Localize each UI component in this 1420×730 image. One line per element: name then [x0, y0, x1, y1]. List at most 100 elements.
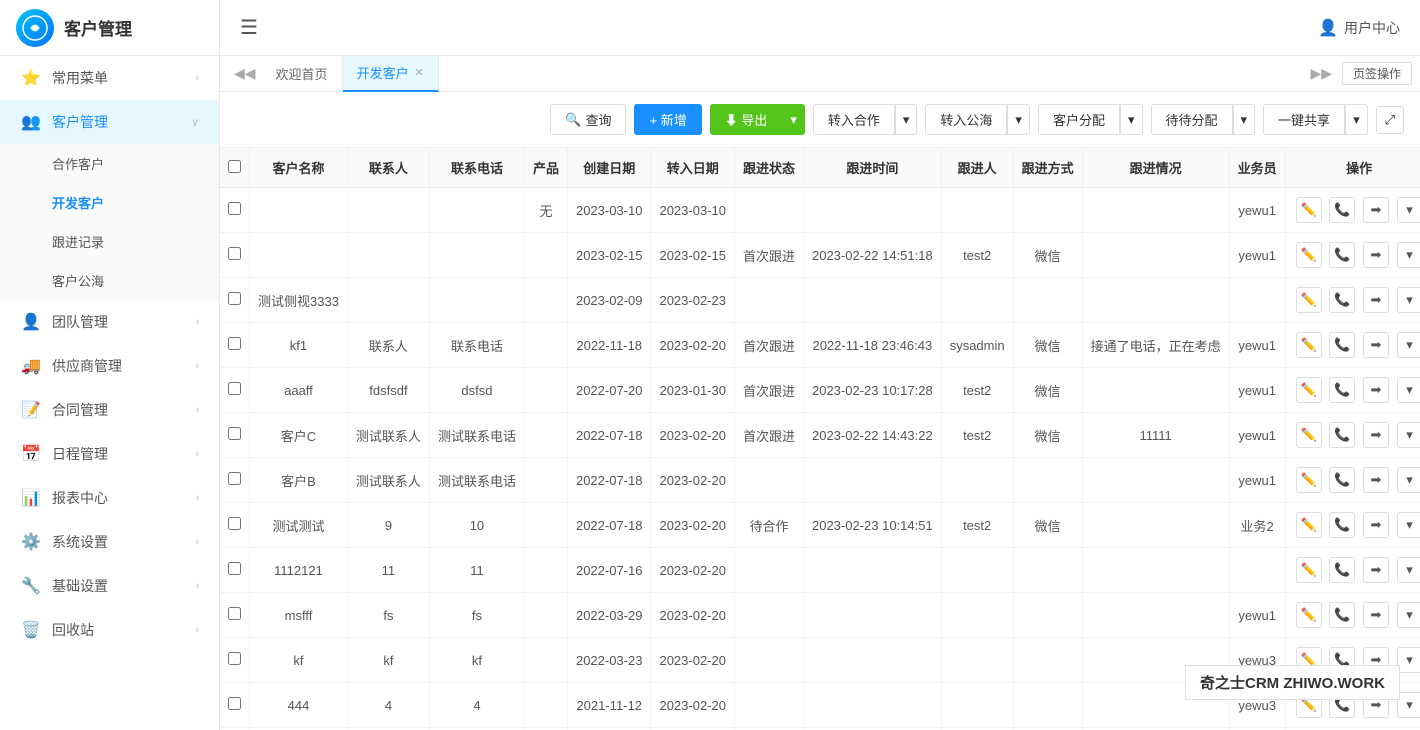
expand-button[interactable]: ⤢ — [1376, 106, 1404, 134]
transfer-coop-arrow-button[interactable]: ▾ — [895, 104, 918, 135]
select-all-checkbox[interactable] — [228, 160, 241, 173]
row-checkbox-4[interactable] — [228, 382, 241, 395]
row-checkbox-5[interactable] — [228, 427, 241, 440]
more-button-4[interactable]: ▾ — [1397, 377, 1420, 403]
edit-button-0[interactable]: ✏️ — [1296, 197, 1322, 223]
cell-name: 1112121 — [250, 548, 348, 593]
more-button-11[interactable]: ▾ — [1397, 692, 1420, 718]
edit-button-2[interactable]: ✏️ — [1296, 287, 1322, 313]
forward-button-5[interactable]: ➡ — [1363, 422, 1389, 448]
supplier-arrow: › — [195, 360, 199, 372]
forward-button-2[interactable]: ➡ — [1363, 287, 1389, 313]
export-arrow-button[interactable]: ▾ — [782, 104, 805, 135]
customer-assign-button[interactable]: 客户分配 — [1038, 104, 1120, 135]
edit-button-11[interactable]: ✏️ — [1296, 692, 1322, 718]
more-button-2[interactable]: ▾ — [1397, 287, 1420, 313]
call-button-8[interactable]: 📞 — [1329, 557, 1355, 583]
more-button-8[interactable]: ▾ — [1397, 557, 1420, 583]
sidebar-item-basic[interactable]: 🔧 基础设置 › — [0, 564, 219, 608]
row-checkbox-10[interactable] — [228, 652, 241, 665]
forward-button-1[interactable]: ➡ — [1363, 242, 1389, 268]
transfer-pool-button[interactable]: 转入公海 — [925, 104, 1007, 135]
wait-assign-arrow-button[interactable]: ▾ — [1233, 104, 1256, 135]
tab-next-button[interactable]: ▶▶ — [1304, 65, 1338, 82]
call-button-3[interactable]: 📞 — [1329, 332, 1355, 358]
tab-develop-close[interactable]: ✕ — [415, 66, 424, 79]
edit-button-5[interactable]: ✏️ — [1296, 422, 1322, 448]
forward-button-0[interactable]: ➡ — [1363, 197, 1389, 223]
sidebar-item-customer[interactable]: 👥 客户管理 ∨ — [0, 100, 219, 144]
edit-button-10[interactable]: ✏️ — [1296, 647, 1322, 673]
more-button-1[interactable]: ▾ — [1397, 242, 1420, 268]
row-checkbox-3[interactable] — [228, 337, 241, 350]
transfer-coop-button[interactable]: 转入合作 — [813, 104, 895, 135]
row-checkbox-6[interactable] — [228, 472, 241, 485]
forward-button-3[interactable]: ➡ — [1363, 332, 1389, 358]
forward-button-7[interactable]: ➡ — [1363, 512, 1389, 538]
call-button-10[interactable]: 📞 — [1329, 647, 1355, 673]
tab-home[interactable]: 欢迎首页 — [262, 56, 343, 92]
user-center-button[interactable]: 👤 用户中心 — [1318, 18, 1400, 38]
row-checkbox-7[interactable] — [228, 517, 241, 530]
edit-button-9[interactable]: ✏️ — [1296, 602, 1322, 628]
more-button-3[interactable]: ▾ — [1397, 332, 1420, 358]
edit-button-6[interactable]: ✏️ — [1296, 467, 1322, 493]
sidebar-item-contract[interactable]: 📝 合同管理 › — [0, 388, 219, 432]
hamburger-button[interactable]: ☰ — [240, 15, 258, 40]
forward-button-10[interactable]: ➡ — [1363, 647, 1389, 673]
transfer-pool-arrow-button[interactable]: ▾ — [1007, 104, 1030, 135]
forward-button-9[interactable]: ➡ — [1363, 602, 1389, 628]
forward-button-11[interactable]: ➡ — [1363, 692, 1389, 718]
customer-assign-arrow-button[interactable]: ▾ — [1120, 104, 1143, 135]
call-button-9[interactable]: 📞 — [1329, 602, 1355, 628]
forward-button-6[interactable]: ➡ — [1363, 467, 1389, 493]
sidebar-item-schedule[interactable]: 📅 日程管理 › — [0, 432, 219, 476]
forward-button-4[interactable]: ➡ — [1363, 377, 1389, 403]
call-button-4[interactable]: 📞 — [1329, 377, 1355, 403]
call-button-5[interactable]: 📞 — [1329, 422, 1355, 448]
tab-operation-button[interactable]: 页签操作 — [1342, 62, 1412, 85]
one-share-arrow-button[interactable]: ▾ — [1345, 104, 1368, 135]
call-button-1[interactable]: 📞 — [1329, 242, 1355, 268]
more-button-9[interactable]: ▾ — [1397, 602, 1420, 628]
more-button-5[interactable]: ▾ — [1397, 422, 1420, 448]
sidebar-item-cooperative[interactable]: 合作客户 — [0, 144, 219, 183]
more-button-7[interactable]: ▾ — [1397, 512, 1420, 538]
tab-develop[interactable]: 开发客户 ✕ — [343, 56, 439, 92]
export-button[interactable]: ⬇ 导出 — [710, 104, 783, 135]
row-checkbox-2[interactable] — [228, 292, 241, 305]
forward-button-8[interactable]: ➡ — [1363, 557, 1389, 583]
row-checkbox-8[interactable] — [228, 562, 241, 575]
add-button[interactable]: + 新增 — [634, 104, 701, 135]
sidebar-item-trash[interactable]: 🗑️ 回收站 › — [0, 608, 219, 652]
row-checkbox-0[interactable] — [228, 202, 241, 215]
call-button-0[interactable]: 📞 — [1329, 197, 1355, 223]
wait-assign-button[interactable]: 待待分配 — [1151, 104, 1233, 135]
sidebar-item-supplier[interactable]: 🚚 供应商管理 › — [0, 344, 219, 388]
sidebar-item-follow[interactable]: 跟进记录 — [0, 222, 219, 261]
row-checkbox-11[interactable] — [228, 697, 241, 710]
more-button-0[interactable]: ▾ — [1397, 197, 1420, 223]
call-button-11[interactable]: 📞 — [1329, 692, 1355, 718]
sidebar-item-report[interactable]: 📊 报表中心 › — [0, 476, 219, 520]
edit-button-1[interactable]: ✏️ — [1296, 242, 1322, 268]
edit-button-3[interactable]: ✏️ — [1296, 332, 1322, 358]
row-checkbox-1[interactable] — [228, 247, 241, 260]
edit-button-7[interactable]: ✏️ — [1296, 512, 1322, 538]
more-button-6[interactable]: ▾ — [1397, 467, 1420, 493]
sidebar-item-pool[interactable]: 客户公海 — [0, 261, 219, 300]
sidebar-item-develop[interactable]: 开发客户 — [0, 183, 219, 222]
sidebar-item-system[interactable]: ⚙️ 系统设置 › — [0, 520, 219, 564]
more-button-10[interactable]: ▾ — [1397, 647, 1420, 673]
edit-button-4[interactable]: ✏️ — [1296, 377, 1322, 403]
search-button[interactable]: 🔍 查询 — [550, 104, 626, 135]
sidebar-item-common[interactable]: ⭐ 常用菜单 › — [0, 56, 219, 100]
one-share-button[interactable]: 一键共享 — [1263, 104, 1345, 135]
call-button-7[interactable]: 📞 — [1329, 512, 1355, 538]
call-button-2[interactable]: 📞 — [1329, 287, 1355, 313]
edit-button-8[interactable]: ✏️ — [1296, 557, 1322, 583]
row-checkbox-9[interactable] — [228, 607, 241, 620]
sidebar-item-team[interactable]: 👤 团队管理 › — [0, 300, 219, 344]
tab-prev-button[interactable]: ◀◀ — [228, 65, 262, 82]
call-button-6[interactable]: 📞 — [1329, 467, 1355, 493]
